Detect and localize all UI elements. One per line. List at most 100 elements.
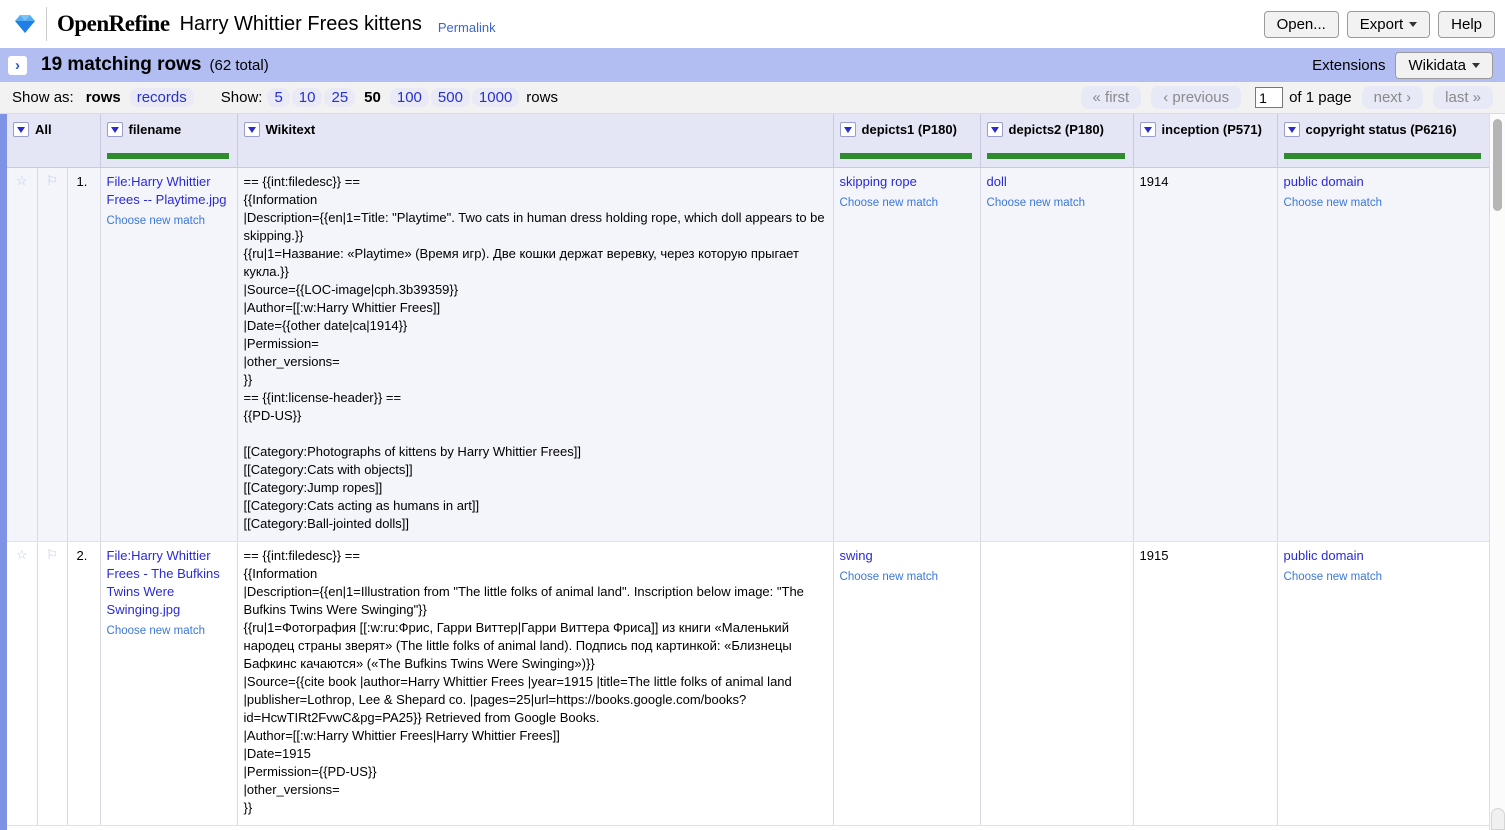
total-rows-count: (62 total) [210,57,269,74]
extensions-label: Extensions [1312,57,1385,74]
column-menu-dropdown-icon[interactable] [13,122,29,137]
choose-new-match-link[interactable]: Choose new match [1284,194,1484,212]
export-button[interactable]: Export [1347,11,1430,38]
choose-new-match-link[interactable]: Choose new match [107,622,231,640]
next-page-button[interactable]: next › [1362,86,1424,109]
vertical-scrollbar-thumb[interactable] [1493,119,1502,211]
filename-cell: File:Harry Whittier Frees - The Bufkins … [100,541,237,825]
column-header-inception[interactable]: inception (P571) [1133,114,1277,167]
copyright-status-link[interactable]: public domain [1284,173,1484,191]
page-number-input[interactable] [1255,87,1283,108]
column-header-filename[interactable]: filename [100,114,237,167]
choose-new-match-link[interactable]: Choose new match [840,194,974,212]
star-toggle[interactable]: ☆ [7,541,37,825]
show-as-label: Show as: [12,89,74,106]
logo-divider [46,7,47,41]
show-as-records-option[interactable]: records [130,88,194,107]
column-header-all[interactable]: All [7,114,100,167]
column-label: filename [129,122,182,137]
data-table-area: All filename Wikitex [0,114,1505,830]
top-bar: OpenRefine Harry Whittier Frees kittens … [0,0,1505,48]
wikidata-extension-button[interactable]: Wikidata [1395,52,1493,79]
column-menu-dropdown-icon[interactable] [987,122,1003,137]
copyright-status-cell: public domain Choose new match [1277,541,1489,825]
flag-icon: ⚐ [46,173,58,188]
column-menu-dropdown-icon[interactable] [840,122,856,137]
depicts1-link[interactable]: swing [840,547,974,565]
page-size-option[interactable]: 50 [357,88,388,107]
page-size-option[interactable]: 25 [324,88,355,107]
choose-new-match-link[interactable]: Choose new match [107,212,231,230]
page-size-option[interactable]: 1000 [472,88,519,107]
project-title: Harry Whittier Frees kittens [180,13,422,36]
filename-link[interactable]: File:Harry Whittier Frees -- Playtime.jp… [107,173,231,209]
export-button-label: Export [1360,16,1403,33]
show-as-rows-option[interactable]: rows [79,88,128,107]
first-page-button[interactable]: « first [1081,86,1142,109]
page-size-option[interactable]: 5 [267,88,289,107]
column-header-depicts1[interactable]: depicts1 (P180) [833,114,980,167]
inception-cell[interactable]: 1914 [1133,167,1277,541]
column-label: Wikitext [266,122,316,137]
matching-rows-count: 19 matching rows [41,54,202,76]
inception-cell[interactable]: 1915 [1133,541,1277,825]
page-count-label: of 1 page [1289,89,1352,106]
page-size-option[interactable]: 500 [431,88,470,107]
table-body: ☆ ⚐ 1. File:Harry Whittier Frees -- Play… [7,167,1489,825]
reconciliation-progress-bar [840,153,972,159]
copyright-status-link[interactable]: public domain [1284,547,1484,565]
wikitext-cell[interactable]: == {{int:filedesc}} == {{Information |De… [237,541,833,825]
depicts1-cell: swing Choose new match [833,541,980,825]
vertical-scrollbar[interactable] [1489,114,1505,830]
column-header-copyright-status[interactable]: copyright status (P6216) [1277,114,1489,167]
depicts1-cell: skipping rope Choose new match [833,167,980,541]
choose-new-match-link[interactable]: Choose new match [1284,568,1484,586]
help-button[interactable]: Help [1438,11,1495,38]
star-icon: ☆ [16,547,28,562]
last-page-button[interactable]: last » [1433,86,1493,109]
chevron-down-icon [1409,22,1417,27]
column-menu-dropdown-icon[interactable] [1284,122,1300,137]
depicts2-link[interactable]: doll [987,173,1127,191]
page-size-option[interactable]: 100 [390,88,429,107]
column-menu-dropdown-icon[interactable] [244,122,260,137]
reconciliation-progress-bar [107,153,229,159]
column-menu-dropdown-icon[interactable] [107,122,123,137]
row-index: 1. [67,167,100,541]
column-header-depicts2[interactable]: depicts2 (P180) [980,114,1133,167]
table-row: ☆ ⚐ 2. File:Harry Whittier Frees - The B… [7,541,1489,825]
expand-facet-panel-button[interactable]: › [8,56,27,75]
chevron-down-icon [1472,63,1480,68]
header-row: All filename Wikitex [7,114,1489,167]
openrefine-logo-icon [10,10,40,38]
column-header-wikitext[interactable]: Wikitext [237,114,833,167]
page-size-option[interactable]: 10 [292,88,323,107]
star-icon: ☆ [16,173,28,188]
depicts2-cell: doll Choose new match [980,167,1133,541]
row-index: 2. [67,541,100,825]
pagination: « first ‹ previous of 1 page next › last… [1071,86,1493,109]
page-size-options: 51025501005001000 [266,88,520,107]
choose-new-match-link[interactable]: Choose new match [987,194,1127,212]
filename-link[interactable]: File:Harry Whittier Frees - The Bufkins … [107,547,231,619]
rows-suffix-label: rows [526,89,558,106]
flag-toggle[interactable]: ⚐ [37,541,67,825]
previous-page-button[interactable]: ‹ previous [1151,86,1241,109]
reconciliation-progress-bar [987,153,1125,159]
collapsed-facet-panel[interactable] [0,114,7,830]
column-label: copyright status (P6216) [1306,122,1457,137]
permalink-link[interactable]: Permalink [438,20,496,35]
scrollbar-corner [1491,808,1505,830]
choose-new-match-link[interactable]: Choose new match [840,568,974,586]
column-label: depicts2 (P180) [1009,122,1104,137]
star-toggle[interactable]: ☆ [7,167,37,541]
filename-cell: File:Harry Whittier Frees -- Playtime.jp… [100,167,237,541]
view-options-bar: Show as: rows records Show: 510255010050… [0,82,1505,114]
app-name: OpenRefine [57,11,170,37]
show-label: Show: [221,89,263,106]
column-menu-dropdown-icon[interactable] [1140,122,1156,137]
open-button[interactable]: Open... [1264,11,1339,38]
flag-toggle[interactable]: ⚐ [37,167,67,541]
depicts1-link[interactable]: skipping rope [840,173,974,191]
wikitext-cell[interactable]: == {{int:filedesc}} == {{Information |De… [237,167,833,541]
